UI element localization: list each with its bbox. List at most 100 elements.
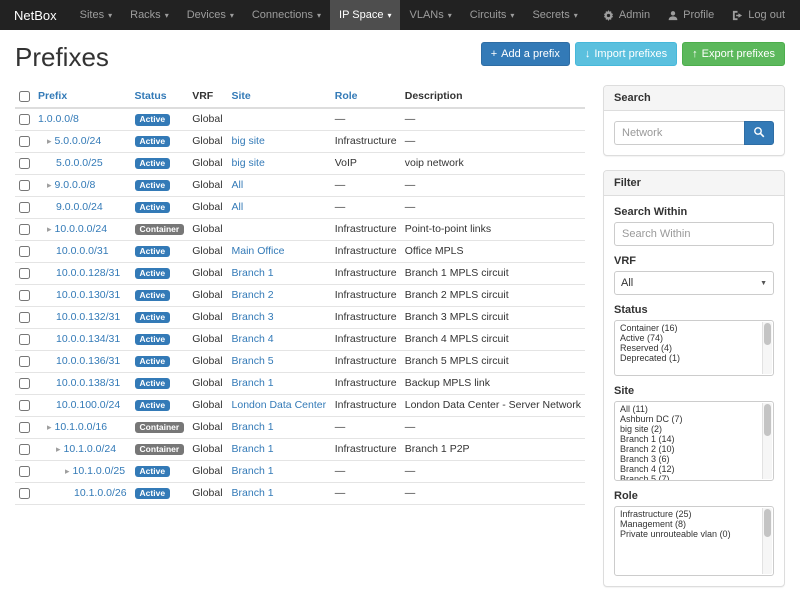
row-checkbox[interactable]: [19, 312, 30, 323]
nav-item-secrets[interactable]: Secrets▾: [523, 0, 586, 30]
listbox-option[interactable]: Branch 5 (7): [617, 474, 760, 481]
site-link[interactable]: Branch 1: [232, 443, 274, 455]
search-within-input[interactable]: [614, 222, 774, 246]
scrollbar[interactable]: [762, 322, 772, 374]
nav-admin[interactable]: Admin: [594, 0, 659, 30]
row-checkbox[interactable]: [19, 290, 30, 301]
prefix-link[interactable]: 9.0.0.0/8: [55, 179, 96, 191]
site-link[interactable]: Branch 3: [232, 311, 274, 323]
row-checkbox[interactable]: [19, 488, 30, 499]
row-checkbox[interactable]: [19, 422, 30, 433]
listbox-option[interactable]: Private unrouteable vlan (0): [617, 529, 760, 539]
listbox-option[interactable]: Deprecated (1): [617, 353, 760, 363]
prefix-link[interactable]: 10.0.0.130/31: [56, 289, 120, 301]
vrf-select[interactable]: All ▼: [614, 271, 774, 295]
site-link[interactable]: All: [232, 201, 244, 213]
prefix-link[interactable]: 9.0.0.0/24: [56, 201, 103, 213]
nav-item-vlans[interactable]: VLANs▾: [400, 0, 460, 30]
nav-item-connections[interactable]: Connections▾: [243, 0, 330, 30]
prefix-link[interactable]: 10.0.0.0/24: [55, 223, 108, 235]
listbox-option[interactable]: big site (2): [617, 424, 760, 434]
prefix-link[interactable]: 10.0.0.132/31: [56, 311, 120, 323]
role-cell: Infrastructure: [331, 130, 401, 152]
row-checkbox[interactable]: [19, 378, 30, 389]
prefix-link[interactable]: 10.0.0.136/31: [56, 355, 120, 367]
prefix-link[interactable]: 5.0.0.0/24: [55, 135, 102, 147]
prefix-link[interactable]: 1.0.0.0/8: [38, 113, 79, 125]
listbox-option[interactable]: Management (8): [617, 519, 760, 529]
search-input[interactable]: [614, 121, 744, 145]
site-link[interactable]: Branch 1: [232, 487, 274, 499]
listbox-option[interactable]: Container (16): [617, 323, 760, 333]
listbox-option[interactable]: Branch 2 (10): [617, 444, 760, 454]
status-listbox[interactable]: Container (16)Active (74)Reserved (4)Dep…: [614, 320, 774, 376]
search-button[interactable]: [744, 121, 774, 145]
row-checkbox[interactable]: [19, 268, 30, 279]
row-checkbox[interactable]: [19, 202, 30, 213]
listbox-option[interactable]: Ashburn DC (7): [617, 414, 760, 424]
scrollbar-thumb[interactable]: [764, 404, 771, 436]
select-all-checkbox[interactable]: [19, 91, 30, 102]
site-link[interactable]: Branch 1: [232, 465, 274, 477]
prefix-link[interactable]: 10.0.0.128/31: [56, 267, 120, 279]
nav-item-racks[interactable]: Racks▾: [121, 0, 178, 30]
row-checkbox[interactable]: [19, 356, 30, 367]
site-link[interactable]: Branch 2: [232, 289, 274, 301]
prefix-link[interactable]: 10.0.0.138/31: [56, 377, 120, 389]
site-link[interactable]: Branch 1: [232, 421, 274, 433]
prefix-link[interactable]: 10.0.100.0/24: [56, 399, 120, 411]
scrollbar-thumb[interactable]: [764, 323, 771, 345]
row-checkbox[interactable]: [19, 334, 30, 345]
prefix-link[interactable]: 10.1.0.0/26: [74, 487, 127, 499]
column-header-role[interactable]: Role: [331, 85, 401, 108]
row-checkbox[interactable]: [19, 158, 30, 169]
row-checkbox[interactable]: [19, 136, 30, 147]
site-link[interactable]: big site: [232, 135, 265, 147]
site-link[interactable]: Branch 4: [232, 333, 274, 345]
prefix-link[interactable]: 5.0.0.0/25: [56, 157, 103, 169]
row-checkbox[interactable]: [19, 444, 30, 455]
prefix-link[interactable]: 10.1.0.0/16: [55, 421, 108, 433]
site-link[interactable]: Branch 5: [232, 355, 274, 367]
site-link[interactable]: London Data Center: [232, 399, 327, 411]
scrollbar-thumb[interactable]: [764, 509, 771, 537]
nav-profile[interactable]: Profile: [659, 0, 723, 30]
add-prefix-button[interactable]: + Add a prefix: [481, 42, 570, 66]
nav-item-devices[interactable]: Devices▾: [178, 0, 243, 30]
scrollbar[interactable]: [762, 403, 772, 479]
role-listbox[interactable]: Infrastructure (25)Management (8)Private…: [614, 506, 774, 576]
listbox-option[interactable]: Reserved (4): [617, 343, 760, 353]
prefix-link[interactable]: 10.1.0.0/25: [73, 465, 126, 477]
row-checkbox[interactable]: [19, 224, 30, 235]
import-prefixes-button[interactable]: ↓ Import prefixes: [575, 42, 677, 66]
nav-logout[interactable]: Log out: [723, 0, 794, 30]
row-checkbox[interactable]: [19, 114, 30, 125]
column-header-status[interactable]: Status: [131, 85, 189, 108]
site-listbox[interactable]: All (11)Ashburn DC (7)big site (2)Branch…: [614, 401, 774, 481]
column-header-site[interactable]: Site: [228, 85, 331, 108]
site-link[interactable]: Branch 1: [232, 377, 274, 389]
export-prefixes-button[interactable]: ↑ Export prefixes: [682, 42, 785, 66]
app-logo[interactable]: NetBox: [0, 0, 71, 30]
listbox-option[interactable]: Active (74): [617, 333, 760, 343]
listbox-option[interactable]: Branch 3 (6): [617, 454, 760, 464]
listbox-option[interactable]: All (11): [617, 404, 760, 414]
row-checkbox[interactable]: [19, 180, 30, 191]
listbox-option[interactable]: Branch 4 (12): [617, 464, 760, 474]
site-link[interactable]: All: [232, 179, 244, 191]
listbox-option[interactable]: Branch 1 (14): [617, 434, 760, 444]
site-link[interactable]: Branch 1: [232, 267, 274, 279]
site-link[interactable]: Main Office: [232, 245, 285, 257]
nav-item-ip-space[interactable]: IP Space▾: [330, 0, 400, 30]
nav-item-sites[interactable]: Sites▾: [71, 0, 121, 30]
site-link[interactable]: big site: [232, 157, 265, 169]
row-checkbox[interactable]: [19, 246, 30, 257]
row-checkbox[interactable]: [19, 466, 30, 477]
prefix-link[interactable]: 10.0.0.0/31: [56, 245, 109, 257]
row-checkbox[interactable]: [19, 400, 30, 411]
scrollbar[interactable]: [762, 508, 772, 574]
prefix-link[interactable]: 10.0.0.134/31: [56, 333, 120, 345]
nav-item-circuits[interactable]: Circuits▾: [461, 0, 524, 30]
column-header-prefix[interactable]: Prefix: [34, 85, 131, 108]
prefix-link[interactable]: 10.1.0.0/24: [64, 443, 117, 455]
